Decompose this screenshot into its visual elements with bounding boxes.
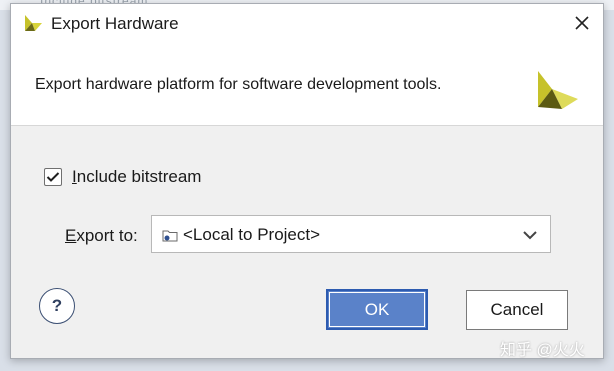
export-to-selected-value: <Local to Project> [183, 225, 321, 244]
vivado-logo-icon [25, 15, 42, 31]
dialog-description: Export hardware platform for software de… [35, 76, 442, 93]
help-button[interactable]: ? [39, 288, 75, 324]
chevron-down-icon [523, 231, 537, 240]
include-bitstream-label[interactable]: Include bitstream [72, 167, 201, 187]
dialog-titlebar: Export Hardware [11, 4, 603, 43]
dialog-title: Export Hardware [51, 14, 179, 33]
close-button[interactable] [565, 7, 599, 39]
watermark-text: 知乎 @火火 [500, 342, 585, 359]
checkbox-box[interactable] [44, 168, 62, 186]
folder-icon [162, 230, 178, 242]
checkmark-icon [46, 172, 60, 182]
export-to-dropdown[interactable]: <Local to Project> [151, 215, 551, 253]
export-hardware-dialog: Export Hardware Export hardware platform… [10, 3, 604, 359]
export-to-label: Export to: [65, 226, 138, 245]
cancel-button[interactable]: Cancel [466, 290, 568, 330]
close-icon [575, 16, 589, 30]
vivado-logo-icon [538, 71, 578, 109]
include-bitstream-checkbox[interactable]: Include bitstream [44, 167, 201, 187]
dialog-header-panel: Export hardware platform for software de… [11, 43, 603, 126]
ok-button[interactable]: OK [326, 289, 428, 330]
